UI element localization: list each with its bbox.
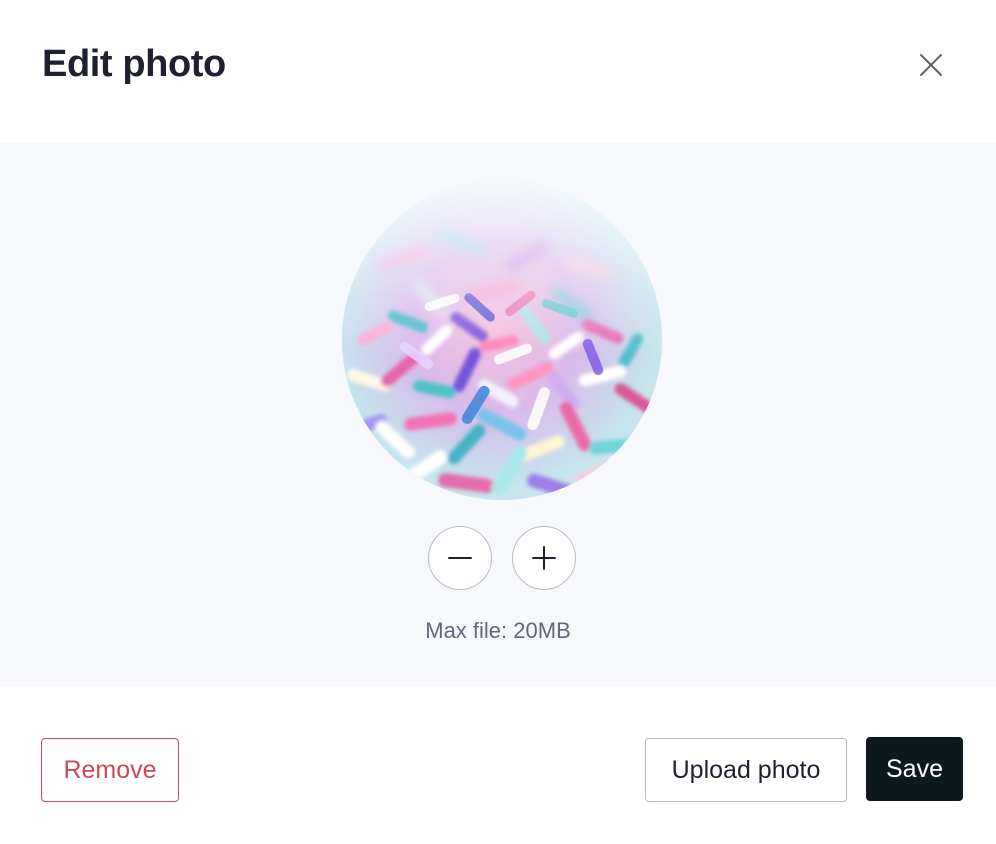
zoom-out-button[interactable]	[428, 526, 492, 590]
max-file-size-text: Max file: 20MB	[425, 618, 571, 643]
minus-icon	[448, 557, 472, 559]
upload-photo-button[interactable]: Upload photo	[645, 738, 847, 802]
edit-photo-dialog: Edit photo Max file: 20MB Remove Upload …	[0, 0, 996, 844]
photo-editor: Max file: 20MB	[0, 142, 996, 686]
dialog-footer: Remove Upload photo Save	[0, 686, 996, 844]
close-button[interactable]	[910, 44, 952, 86]
remove-button[interactable]: Remove	[41, 738, 179, 802]
sprinkles-photo	[342, 180, 662, 500]
save-button[interactable]: Save	[866, 737, 963, 801]
close-icon	[920, 54, 942, 76]
dialog-title: Edit photo	[42, 43, 226, 85]
dialog-header: Edit photo	[0, 0, 996, 142]
zoom-in-button[interactable]	[512, 526, 576, 590]
plus-icon	[532, 546, 556, 570]
circular-photo-preview[interactable]	[342, 180, 662, 500]
